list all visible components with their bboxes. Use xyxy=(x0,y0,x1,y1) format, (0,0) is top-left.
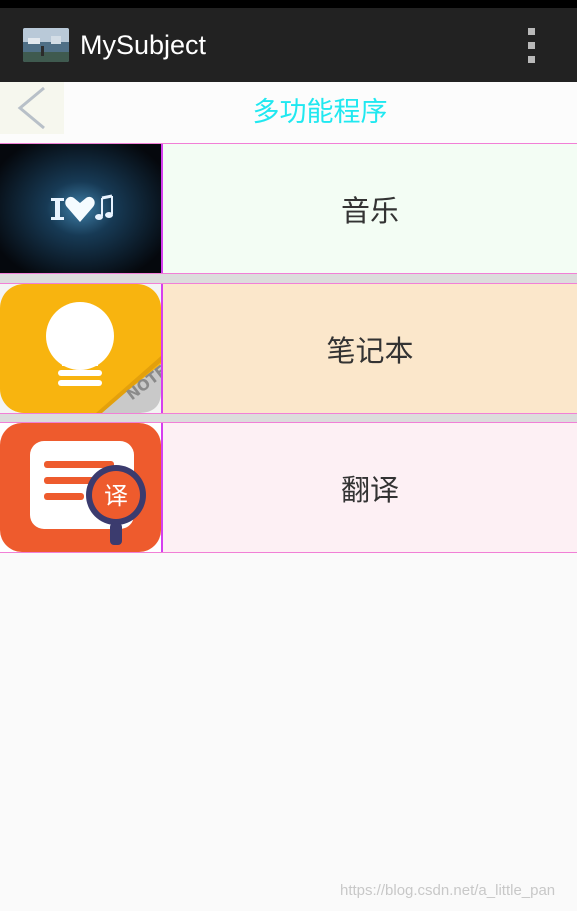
overflow-menu-icon[interactable] xyxy=(518,26,546,66)
feature-label: 笔记本 xyxy=(163,284,577,413)
music-heart-icon xyxy=(0,144,163,273)
feature-row-music[interactable]: 音乐 xyxy=(0,143,577,274)
action-bar: MySubject xyxy=(0,8,577,82)
app-title: MySubject xyxy=(80,30,207,60)
feature-label: 音乐 xyxy=(163,144,577,273)
status-bar xyxy=(0,0,577,8)
feature-row-notebook[interactable]: NOTE 笔记本 xyxy=(0,283,577,414)
feature-row-translate[interactable]: 译 翻译 xyxy=(0,422,577,553)
watermark: https://blog.csdn.net/a_little_pan xyxy=(340,882,556,899)
page-title: 多功能程序 xyxy=(252,97,388,128)
translate-icon: 译 xyxy=(0,423,163,552)
svg-text:译: 译 xyxy=(104,482,128,510)
feature-label: 翻译 xyxy=(163,423,577,552)
app-thumbnail-icon xyxy=(23,28,69,62)
notebook-bulb-icon: NOTE xyxy=(0,284,163,413)
header-bar: 多功能程序 xyxy=(0,82,577,143)
